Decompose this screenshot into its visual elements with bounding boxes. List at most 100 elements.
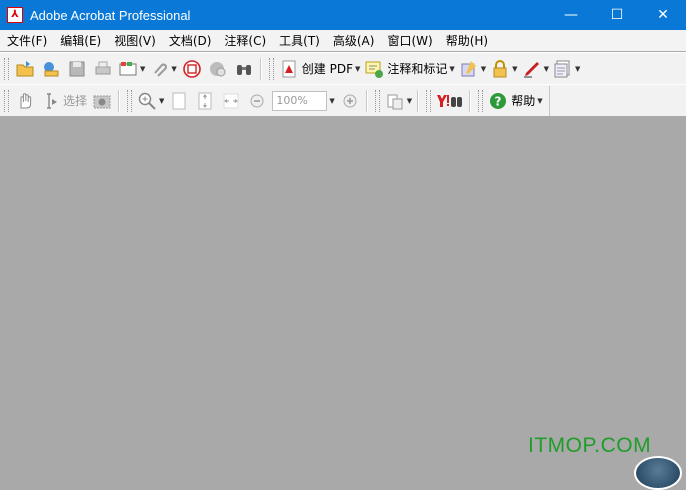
menu-file[interactable]: 文件(F) xyxy=(0,32,53,49)
camera-icon xyxy=(93,95,111,108)
acrobat-logo-icon: ⅄ xyxy=(7,7,23,23)
window-title: Adobe Acrobat Professional xyxy=(30,7,191,23)
text-cursor-icon xyxy=(47,92,57,109)
comment-markup-icon xyxy=(365,61,384,78)
paperclip-icon xyxy=(154,63,168,77)
organizer-button[interactable] xyxy=(40,57,62,81)
print-button[interactable] xyxy=(92,57,114,81)
help-dropdown-arrow[interactable]: ▼ xyxy=(537,97,542,105)
menu-view[interactable]: 视图(V) xyxy=(107,32,162,49)
toolbar-grip[interactable] xyxy=(478,89,484,112)
security-button[interactable]: ▼ xyxy=(490,57,518,81)
toolbar-grip[interactable] xyxy=(127,89,133,112)
select-tool-button[interactable]: 选择 xyxy=(40,89,87,113)
stamp-button[interactable] xyxy=(181,57,203,81)
help-toolbar: ? 帮助 ▼ xyxy=(474,85,550,116)
search-button[interactable] xyxy=(233,57,255,81)
watermark-logo-icon xyxy=(634,456,682,490)
forms-button[interactable]: ▼ xyxy=(553,57,580,81)
menu-advanced[interactable]: 高级(A) xyxy=(326,32,381,49)
toolbar-grip[interactable] xyxy=(4,89,9,112)
email-dropdown-arrow[interactable]: ▼ xyxy=(140,65,145,73)
security-dropdown-arrow[interactable]: ▼ xyxy=(512,65,517,73)
sign-dropdown-arrow[interactable]: ▼ xyxy=(544,65,549,73)
globe-icon xyxy=(209,61,226,76)
sign-button[interactable]: ▼ xyxy=(522,57,549,81)
organizer-icon xyxy=(44,61,59,76)
toolbar-grip[interactable] xyxy=(4,57,9,80)
rotate-view-dropdown-arrow[interactable]: ▼ xyxy=(407,97,412,105)
zoom-in-button[interactable] xyxy=(339,89,361,113)
open-button[interactable] xyxy=(14,57,36,81)
save-button[interactable] xyxy=(66,57,88,81)
toolbar-separator xyxy=(365,89,368,112)
hand-icon xyxy=(20,92,32,108)
create-pdf-button[interactable]: 创建 PDF ▼ xyxy=(279,57,360,81)
fit-width-icon xyxy=(223,93,239,108)
svg-text:?: ? xyxy=(495,94,502,108)
watermark-text: ITMOP.COM xyxy=(528,434,652,457)
maximize-button[interactable]: ☐ xyxy=(594,0,640,30)
close-button[interactable]: ✕ xyxy=(640,0,686,30)
toolbar-separator xyxy=(469,89,472,112)
menu-window[interactable]: 窗口(W) xyxy=(380,32,438,49)
open-folder-icon xyxy=(16,60,34,76)
zoom-out-button[interactable] xyxy=(246,89,268,113)
forms-dropdown-arrow[interactable]: ▼ xyxy=(575,65,580,73)
rotate-pages-icon xyxy=(387,94,403,109)
help-label: 帮助 xyxy=(511,94,536,108)
secondary-toolbar: 选择 ▼ 100% ▼ ▼ ? 帮助 ▼ xyxy=(0,84,686,117)
email-button[interactable]: ▼ xyxy=(118,57,145,81)
zoom-level-input[interactable]: 100% xyxy=(272,90,328,111)
menu-help[interactable]: 帮助(H) xyxy=(439,32,494,49)
binoculars-icon xyxy=(236,64,251,75)
toolbar-separator xyxy=(118,89,121,112)
actual-size-page-icon xyxy=(172,92,186,109)
help-button[interactable]: ? 帮助 ▼ xyxy=(488,89,543,113)
fit-width-button[interactable] xyxy=(220,89,242,113)
stamp-icon xyxy=(182,59,201,78)
comment-markup-label: 注释和标记 xyxy=(387,62,448,76)
snapshot-button[interactable] xyxy=(91,89,113,113)
help-question-icon: ? xyxy=(490,92,507,109)
review-icon xyxy=(461,60,476,76)
menu-edit[interactable]: 编辑(E) xyxy=(53,32,107,49)
email-icon xyxy=(119,61,137,75)
yahoo-search-button[interactable] xyxy=(436,89,464,113)
review-dropdown-arrow[interactable]: ▼ xyxy=(481,65,486,73)
zoom-level-dropdown-arrow[interactable]: ▼ xyxy=(329,97,334,105)
zoom-in-tool-button[interactable]: ▼ xyxy=(137,89,164,113)
toolbar-separator xyxy=(417,89,420,112)
menu-document[interactable]: 文档(D) xyxy=(162,32,218,49)
secure-button[interactable] xyxy=(207,57,229,81)
zoom-tool-dropdown-arrow[interactable]: ▼ xyxy=(159,97,164,105)
attach-button[interactable]: ▼ xyxy=(149,57,177,81)
actual-size-button[interactable] xyxy=(168,89,190,113)
title-bar: ⅄ Adobe Acrobat Professional — ☐ ✕ xyxy=(0,0,686,30)
select-tool-label: 选择 xyxy=(63,94,88,108)
fit-page-button[interactable] xyxy=(194,89,216,113)
document-workspace[interactable] xyxy=(0,116,686,471)
attach-dropdown-arrow[interactable]: ▼ xyxy=(171,65,176,73)
rotate-view-button[interactable]: ▼ xyxy=(385,89,412,113)
hand-tool-button[interactable] xyxy=(14,89,36,113)
toolbar-grip[interactable] xyxy=(268,57,274,80)
toolbar-separator xyxy=(259,57,262,80)
create-pdf-icon xyxy=(282,60,296,77)
pen-icon xyxy=(523,61,539,77)
menu-tools[interactable]: 工具(T) xyxy=(272,32,326,49)
yahoo-binoculars-icon xyxy=(437,94,463,107)
comment-markup-button[interactable]: 注释和标记 ▼ xyxy=(364,57,455,81)
toolbar-grip[interactable] xyxy=(426,89,432,112)
toolbar-grip[interactable] xyxy=(374,89,380,112)
forms-icon xyxy=(554,60,570,77)
minimize-button[interactable]: — xyxy=(548,0,594,30)
printer-icon xyxy=(95,61,111,74)
menu-comments[interactable]: 注释(C) xyxy=(217,32,272,49)
create-pdf-dropdown-arrow[interactable]: ▼ xyxy=(355,65,360,73)
save-disk-icon xyxy=(69,61,85,76)
comment-markup-dropdown-arrow[interactable]: ▼ xyxy=(449,65,454,73)
review-button[interactable]: ▼ xyxy=(459,57,486,81)
fit-page-icon xyxy=(198,92,212,109)
zoom-level-control[interactable]: 100% ▼ xyxy=(272,89,335,113)
